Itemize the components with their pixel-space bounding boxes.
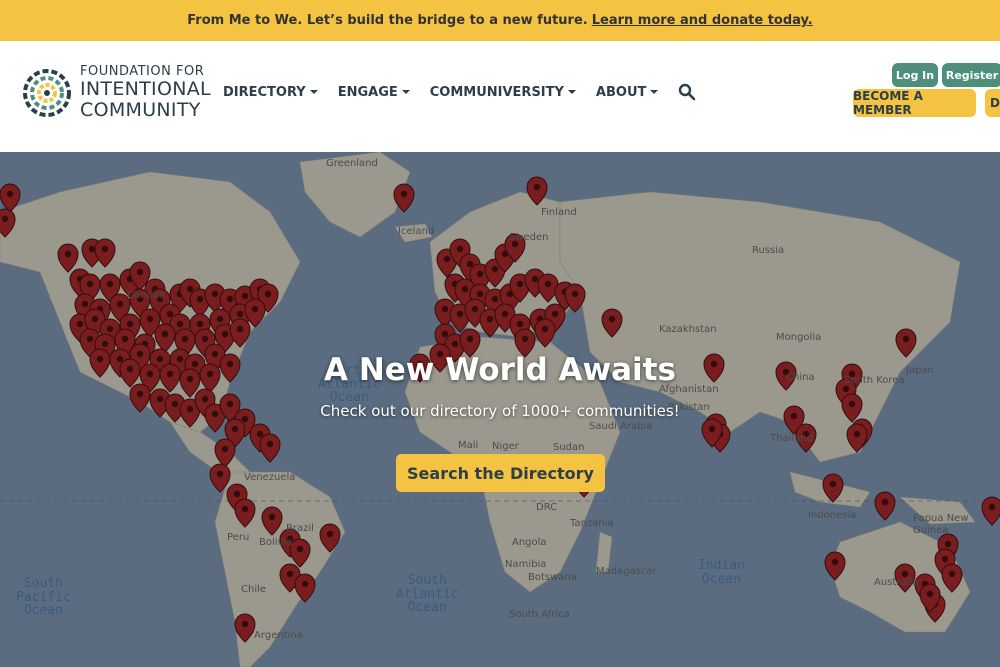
label-south-atlantic: South Atlantic Ocean bbox=[396, 573, 459, 616]
label-mali: Mali bbox=[458, 440, 479, 451]
become-member-button[interactable]: BECOME A MEMBER bbox=[853, 89, 976, 117]
label-angola: Angola bbox=[512, 537, 547, 548]
chevron-down-icon bbox=[401, 90, 410, 94]
nav-engage[interactable]: ENGAGE bbox=[338, 85, 410, 100]
label-canada: Canada bbox=[127, 290, 166, 301]
main-nav: DIRECTORY ENGAGE COMMUNIVERSITY ABOUT bbox=[223, 82, 696, 102]
donate-button[interactable]: DONATE bbox=[985, 89, 1000, 117]
label-australia: Australia bbox=[874, 577, 919, 588]
label-brazil: Brazil bbox=[286, 523, 314, 534]
label-tanzania: Tanzania bbox=[570, 518, 614, 529]
banner-text: From Me to We. Let’s build the bridge to… bbox=[187, 13, 588, 28]
announcement-banner: From Me to We. Let’s build the bridge to… bbox=[0, 0, 1000, 41]
chevron-down-icon bbox=[650, 90, 659, 94]
label-bolivia: Bolivia bbox=[259, 537, 293, 548]
label-indian-ocean: Indian Ocean bbox=[698, 558, 745, 587]
login-button[interactable]: Log In bbox=[892, 63, 938, 87]
label-south-pacific: South Pacific Ocean bbox=[16, 576, 71, 619]
label-saudi-arabia: Saudi Arabia bbox=[589, 421, 653, 432]
label-south-africa: South Africa bbox=[509, 609, 570, 620]
search-icon[interactable] bbox=[678, 83, 696, 101]
logo-line-1: FOUNDATION FOR bbox=[80, 63, 205, 79]
chevron-down-icon bbox=[567, 90, 576, 94]
label-kazakhstan: Kazakhstan bbox=[659, 324, 717, 335]
label-papua-new-guinea: Papua New Guinea bbox=[913, 513, 969, 536]
label-chile: Chile bbox=[241, 584, 267, 595]
logo-mark-icon bbox=[23, 69, 71, 117]
site-logo[interactable]: FOUNDATION FOR INTENTIONAL COMMUNITY bbox=[20, 61, 211, 123]
hero-subtitle: Check out our directory of 1000+ communi… bbox=[320, 402, 680, 420]
label-greenland: Greenland bbox=[326, 158, 378, 169]
chevron-down-icon bbox=[309, 90, 318, 94]
label-niger: Niger bbox=[492, 441, 519, 452]
label-iceland: Iceland bbox=[398, 226, 435, 237]
register-button[interactable]: Register bbox=[942, 63, 1000, 87]
label-mongolia: Mongolia bbox=[776, 332, 822, 343]
label-thailand: Thailand bbox=[770, 433, 813, 444]
logo-line-2: INTENTIONAL bbox=[80, 77, 211, 100]
label-drc: DRC bbox=[536, 502, 558, 513]
label-madagascar: Madagascar bbox=[596, 566, 657, 577]
label-sudan: Sudan bbox=[553, 442, 585, 453]
nav-about[interactable]: ABOUT bbox=[596, 85, 659, 100]
label-finland: Finland bbox=[541, 207, 577, 218]
banner-donate-link[interactable]: Learn more and donate today. bbox=[592, 13, 813, 28]
label-sweden: Sweden bbox=[509, 232, 549, 243]
label-peru: Peru bbox=[227, 532, 250, 543]
nav-communiversity[interactable]: COMMUNIVERSITY bbox=[430, 85, 576, 100]
label-botswana: Botswana bbox=[528, 572, 577, 583]
logo-line-3: COMMUNITY bbox=[80, 98, 201, 121]
label-argentina: Argentina bbox=[254, 630, 303, 641]
hero-map-section: Greenland Iceland Sweden Finland Russia … bbox=[0, 152, 1000, 667]
hero-title: A New World Awaits bbox=[324, 352, 676, 388]
search-directory-button[interactable]: Search the Directory bbox=[396, 454, 605, 492]
nav-directory[interactable]: DIRECTORY bbox=[223, 85, 318, 100]
label-namibia: Namibia bbox=[505, 559, 547, 570]
label-russia: Russia bbox=[752, 245, 785, 256]
label-indonesia: Indonesia bbox=[808, 510, 857, 521]
label-venezuela: Venezuela bbox=[244, 472, 296, 483]
site-header: FOUNDATION FOR INTENTIONAL COMMUNITY DIR… bbox=[0, 41, 1000, 152]
